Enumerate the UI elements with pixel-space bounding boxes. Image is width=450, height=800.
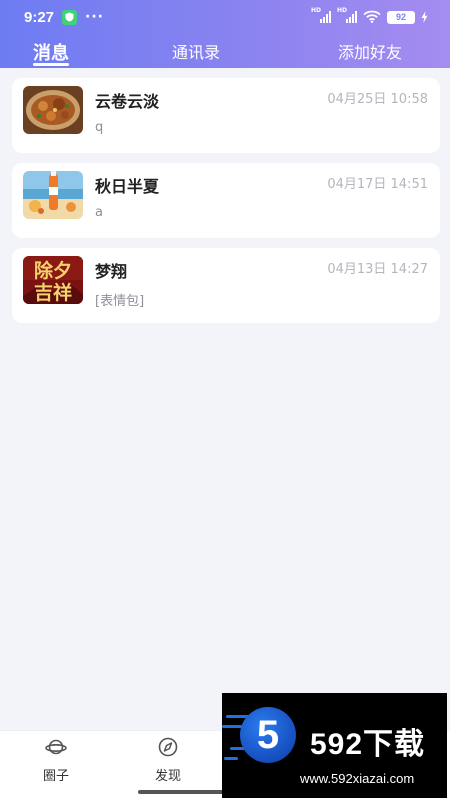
message-preview: q xyxy=(95,120,104,135)
message-time: 04月17日 14:51 xyxy=(327,177,428,192)
watermark-logo: 5 xyxy=(240,707,296,763)
app-header: 9:27 ··· HD HD 92 消息 通讯录 添加好友 xyxy=(0,0,450,68)
watermark-url: www.592xiazai.com xyxy=(300,771,415,786)
signal-icon-2: HD xyxy=(337,7,357,23)
conversation-item[interactable]: 除夕 吉祥 梦翔 04月13日 14:27 [表情包] xyxy=(12,248,440,323)
top-tabs: 消息 通讯录 添加好友 xyxy=(0,34,450,68)
contact-name: 梦翔 xyxy=(95,262,128,281)
nav-label: 圈子 xyxy=(42,769,69,784)
tab-contacts[interactable]: 通讯录 xyxy=(172,39,220,63)
contact-name: 云卷云淡 xyxy=(95,92,160,111)
contact-name: 秋日半夏 xyxy=(95,177,160,196)
wifi-icon xyxy=(363,8,381,27)
shield-icon xyxy=(62,9,78,25)
new-year-calligraphy-icon[interactable]: 除夕 吉祥 xyxy=(23,256,83,304)
nav-item-circle[interactable]: 圈子 xyxy=(31,737,81,784)
conversation-item[interactable]: 云卷云淡 04月25日 10:58 q xyxy=(12,78,440,153)
message-time: 04月13日 14:27 xyxy=(327,262,428,277)
tab-messages[interactable]: 消息 xyxy=(33,39,69,65)
tab-add-friend[interactable]: 添加好友 xyxy=(338,39,402,63)
conversation-item[interactable]: 秋日半夏 04月17日 14:51 a xyxy=(12,163,440,238)
planet-icon xyxy=(45,739,67,761)
battery-icon: 92 xyxy=(387,10,415,24)
svg-text:吉祥: 吉祥 xyxy=(34,281,72,304)
message-preview: a xyxy=(95,205,103,220)
status-bar: 9:27 ··· HD HD 92 xyxy=(0,0,450,34)
message-preview: [表情包] xyxy=(95,294,145,309)
beach-bottle-photo-icon[interactable] xyxy=(23,171,83,219)
watermark: 5 592下载 www.592xiazai.com xyxy=(222,693,447,798)
compass-icon xyxy=(157,737,179,761)
food-photo-icon[interactable] xyxy=(23,86,83,134)
more-notifications-icon: ··· xyxy=(85,9,104,25)
watermark-brand: 592下载 xyxy=(310,728,426,761)
message-time: 04月25日 10:58 xyxy=(327,92,428,107)
nav-label: 发现 xyxy=(154,769,181,784)
charging-icon xyxy=(421,8,428,27)
status-time: 9:27 xyxy=(24,8,55,26)
svg-text:除夕: 除夕 xyxy=(34,259,72,282)
signal-icon: HD xyxy=(311,7,331,23)
conversation-list: 云卷云淡 04月25日 10:58 q 秋日半夏 04月17日 14:51 a xyxy=(12,78,440,333)
nav-item-discover[interactable]: 发现 xyxy=(143,737,193,784)
active-tab-indicator xyxy=(33,63,69,66)
